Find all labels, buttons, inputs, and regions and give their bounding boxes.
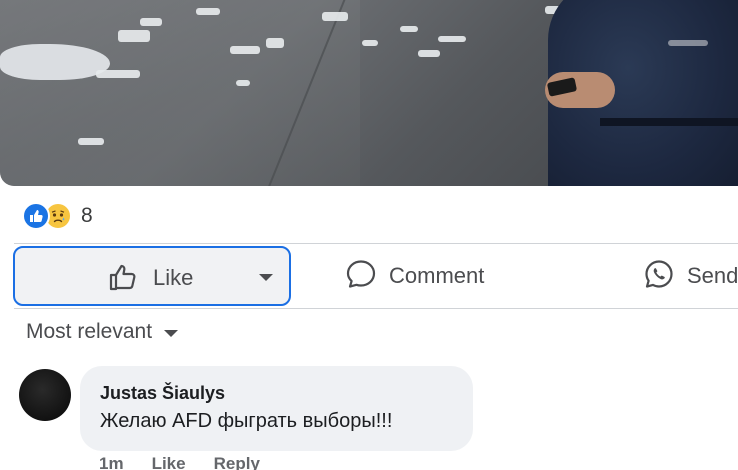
post-photo[interactable]	[0, 0, 738, 186]
photo-litter	[362, 40, 378, 46]
comment-button-label: Comment	[389, 263, 485, 288]
photo-officer-belt	[600, 118, 738, 126]
comment-text: Желаю AFD фыграть выборы!!!	[100, 410, 393, 432]
comment-button[interactable]: Comment	[345, 246, 535, 306]
comment-meta: 1m Like Reply	[99, 454, 288, 470]
photo-litter	[230, 46, 260, 54]
photo-litter	[118, 30, 150, 42]
like-button[interactable]: Like	[13, 246, 291, 306]
thumbs-up-icon	[107, 261, 139, 298]
comment-bubble-icon	[345, 258, 377, 295]
comment-author[interactable]: Justas Šiaulys	[100, 383, 225, 404]
photo-litter	[418, 50, 440, 57]
comment-bubble: Justas Šiaulys Желаю AFD фыграть выборы!…	[80, 366, 473, 451]
reaction-picker-chevron-icon[interactable]	[259, 274, 273, 281]
photo-litter	[236, 80, 250, 86]
divider	[14, 308, 738, 309]
send-button[interactable]: Send	[643, 246, 738, 306]
photo-reflective-stripe	[668, 40, 708, 46]
photo-litter	[96, 70, 140, 78]
divider	[14, 243, 738, 244]
photo-litter	[140, 18, 162, 26]
like-button-label: Like	[153, 265, 194, 290]
comment-sort-label: Most relevant	[26, 320, 153, 343]
photo-litter	[438, 36, 466, 42]
photo-litter	[266, 38, 284, 48]
comment-reply-link[interactable]: Reply	[214, 454, 260, 470]
reactions-summary[interactable]: 8	[22, 201, 93, 231]
photo-litter	[196, 8, 220, 15]
send-button-label: Send	[687, 263, 738, 288]
like-reaction-icon	[22, 202, 50, 230]
commenter-avatar[interactable]	[19, 369, 71, 421]
chevron-down-icon	[164, 330, 179, 337]
comment-time[interactable]: 1m	[99, 454, 124, 470]
photo-litter	[78, 138, 104, 145]
comment-like-link[interactable]: Like	[152, 454, 186, 470]
photo-litter	[322, 12, 348, 21]
comment-sort-dropdown[interactable]: Most relevant	[26, 320, 179, 344]
photo-litter-bag	[0, 44, 110, 80]
whatsapp-icon	[643, 258, 675, 295]
photo-litter	[400, 26, 418, 32]
reaction-count: 8	[81, 204, 93, 227]
